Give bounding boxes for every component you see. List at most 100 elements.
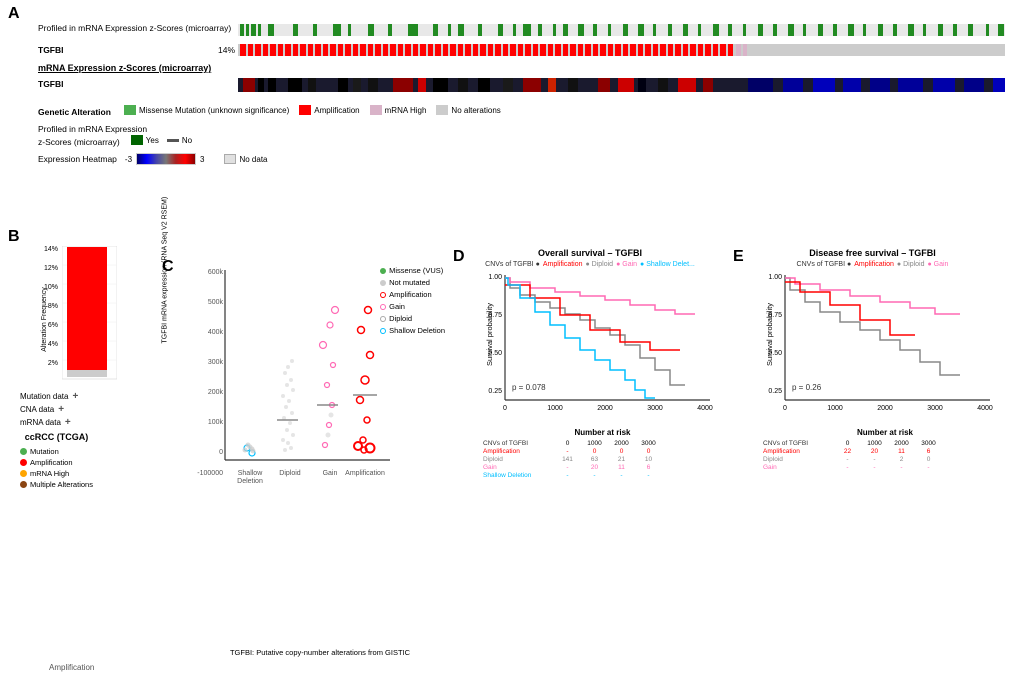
profiled-mrna-label: Profiled in mRNA Expression z-Scores (mi… [38,23,233,33]
svg-text:0: 0 [219,449,223,456]
mrna-high-legend-label: mRNA High [385,106,427,115]
dfs-title: Disease free survival – TGFBI [735,248,1010,258]
svg-text:400k: 400k [208,329,224,336]
heatmap-max-label: 3 [200,155,204,164]
mrna-data-row: mRNA data + [20,417,93,428]
mutation-data-label: Mutation data [20,392,68,401]
y-tick-12: 12% [44,265,58,272]
svg-text:-100000: -100000 [197,470,223,477]
heatmap-legend-row: Expression Heatmap -3 3 No data [38,153,1005,165]
d-gain-legend: ● Gain [616,261,637,268]
mutation-dot-label: Mutation [30,447,59,456]
mutation-data-row: Mutation data + [20,391,93,402]
d-diploid-at-risk: Diploid 141 63 21 10 [483,456,725,463]
e-x-label: Number at risk [760,428,1010,437]
overall-survival-chart-area: 1.00 0.75 0.50 0.25 0 1000 2000 3000 400… [480,270,720,428]
svg-text:Shallow: Shallow [238,470,263,477]
amplification-bottom-label: Amplification [49,663,94,672]
section-c: Missense (VUS) Not mutated Amplification… [165,260,445,657]
cna-data-label: CNA data [20,405,54,414]
d-cnvs-label: CNVs of TGFBI [483,440,553,447]
d-gain-at-risk: Gain - 20 11 6 [483,464,725,471]
section-e: Disease free survival – TGFBI CNVs of TG… [735,248,1010,682]
svg-text:p = 0.26: p = 0.26 [792,383,822,392]
d-shallow-at-risk: Shallow Deletion - - - - [483,472,725,479]
tgfbi-label-1: TGFBI [38,45,88,55]
mrna-heatmap-track [238,77,1005,93]
at-risk-table-d: CNVs of TGFBI 0 1000 2000 3000 Amplifica… [483,440,725,479]
overall-survival-svg: 1.00 0.75 0.50 0.25 0 1000 2000 3000 400… [480,270,715,425]
svg-text:3000: 3000 [927,405,943,412]
svg-text:Diploid: Diploid [279,470,301,477]
profiled-track [238,23,1005,37]
e-at-risk-header: CNVs of TGFBI 0 1000 2000 3000 [763,440,1010,447]
mrna-section-label: mRNA Expression z-Scores (microarray) [38,63,211,73]
e-amp-at-risk: Amplification 22 20 11 6 [763,448,1010,455]
profiled-track-svg [238,23,1005,37]
svg-text:500k: 500k [208,299,224,306]
d-y-axis-label: Survival probability [485,303,494,366]
y-tick-14: 14% [44,246,58,253]
alteration-bar-chart: 14% 12% 10% 8% 6% 4% 2% Alteration Frequ… [30,246,140,386]
e-cnvs-label: CNVs of TGFBI [763,440,833,447]
missense-vus-label: Missense (VUS) [389,265,443,277]
mutation-plus-icon: + [72,391,78,402]
no-data-label: No data [239,155,267,164]
e-cnv-legend: CNVs of TGFBI ● Amplification ● Diploid … [735,261,1010,268]
e-y-axis-label: Survival probability [765,303,774,366]
svg-text:Deletion: Deletion [237,478,263,485]
c-x-axis-label: TGFBI: Putative copy-number alterations … [195,648,445,657]
genetic-alteration-legend: Genetic Alteration Missense Mutation (un… [38,105,1005,118]
tgfbi-alteration-track [238,43,1005,57]
heatmap-min-label: -3 [125,155,132,164]
d-shallow-legend: ● Shallow Delet... [640,261,695,268]
d-at-risk-header: CNVs of TGFBI 0 1000 2000 3000 [483,440,725,447]
dfs-chart-area: 1.00 0.75 0.50 0.25 0 1000 2000 3000 400… [760,270,1005,428]
svg-text:2000: 2000 [877,405,893,412]
multiple-alterations-dot-row: Multiple Alterations [20,480,93,489]
data-labels: Mutation data + CNA data + mRNA data + c… [20,391,93,489]
heatmap-gradient-swatch [136,153,196,165]
svg-text:300k: 300k [208,359,224,366]
missense-legend-label: Missense Mutation (unknown significance) [139,106,289,115]
section-d: Overall survival – TGFBI CNVs of TGFBI ●… [455,248,725,682]
svg-text:0: 0 [503,405,507,412]
yes-label: Yes [146,136,159,145]
scatter-chart-svg: 600k 500k 400k 300k 200k 100k 0 -100000 … [195,265,395,495]
svg-text:4000: 4000 [697,405,713,412]
y-tick-8: 8% [48,303,58,310]
e-gain-at-risk: Gain - - - - [763,464,1010,471]
mrna-plus-icon: + [65,417,71,428]
y-tick-4: 4% [48,341,58,348]
multiple-alterations-dot-label: Multiple Alterations [30,480,93,489]
y-axis-title: Alteration Frequency [41,287,48,352]
mrna-heatmap-svg [238,77,1005,93]
svg-text:Amplification: Amplification [345,470,385,477]
d-x-label: Number at risk [480,428,725,437]
not-mutated-label: Not mutated [389,277,430,289]
at-risk-table-e: CNVs of TGFBI 0 1000 2000 3000 Amplifica… [763,440,1010,471]
e-amp-legend: Amplification [854,261,894,268]
y-tick-6: 6% [48,322,58,329]
svg-text:0.25: 0.25 [768,388,782,395]
profiled-legend-row: Profiled in mRNA Expressionz-Scores (mic… [38,123,1005,148]
no-label: No [182,136,192,145]
dataset-label: ccRCC (TCGA) [20,432,93,442]
e-diploid-legend: ● Diploid [897,261,925,268]
svg-text:3000: 3000 [647,405,663,412]
svg-text:100k: 100k [208,419,224,426]
mutation-dot-row: Mutation [20,447,93,456]
section-a: Profiled in mRNA Expression z-Scores (mi… [10,5,1010,225]
overall-survival-title: Overall survival – TGFBI [455,248,725,258]
e-diploid-at-risk: Diploid - - 2 0 [763,456,1010,463]
bar-chart-svg [62,246,117,381]
amplification-dot-label: Amplification [30,458,73,467]
mrna-high-dot-label: mRNA High [30,469,69,478]
svg-text:1.00: 1.00 [768,274,782,281]
mrna-high-dot-row: mRNA High [20,469,93,478]
y-tick-2: 2% [48,360,58,367]
expression-heatmap-label: Expression Heatmap [38,154,117,164]
dfs-svg: 1.00 0.75 0.50 0.25 0 1000 2000 3000 400… [760,270,995,425]
d-amp-legend: Amplification [543,261,583,268]
amp-scatter-label: Amplification [389,289,432,301]
